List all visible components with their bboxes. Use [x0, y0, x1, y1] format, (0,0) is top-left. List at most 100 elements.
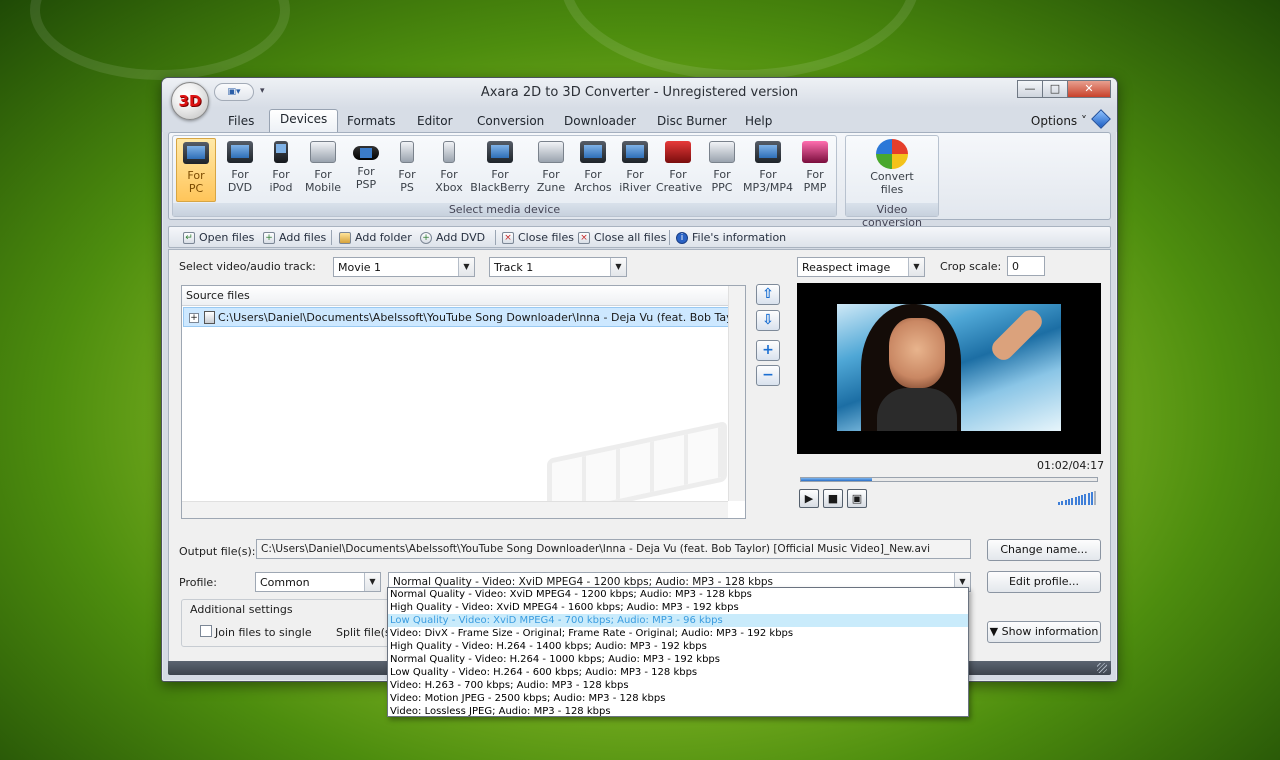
zune-icon	[538, 141, 564, 163]
button-label: For	[357, 165, 375, 178]
change-name-button[interactable]: Change name...	[987, 539, 1101, 561]
dvd-disc-icon: +	[420, 231, 432, 244]
for-iriver-button[interactable]: For iRiver	[616, 138, 654, 202]
profile-option[interactable]: Low Quality - Video: H.264 - 600 kbps; A…	[388, 666, 968, 679]
for-zune-button[interactable]: For Zune	[532, 138, 570, 202]
aspect-select[interactable]: Reaspect image ▼	[797, 257, 925, 277]
move-down-button[interactable]: ⇩	[756, 310, 780, 331]
playback-progress[interactable]	[800, 477, 1098, 482]
close-file-icon: ×	[502, 231, 514, 244]
fullscreen-button[interactable]: ▣	[847, 489, 867, 508]
volume-bar	[1071, 498, 1074, 505]
expand-icon[interactable]: +	[189, 313, 199, 323]
minimize-button[interactable]: —	[1017, 80, 1043, 98]
profile-option[interactable]: Normal Quality - Video: XviD MPEG4 - 120…	[388, 588, 968, 601]
movie-select[interactable]: Movie 1 ▼	[333, 257, 475, 277]
for-xbox-button[interactable]: For Xbox	[431, 138, 467, 202]
button-label: iRiver	[619, 181, 651, 194]
tab-downloader[interactable]: Downloader	[564, 112, 636, 132]
for-pc-button[interactable]: For PC	[176, 138, 216, 202]
source-files-list[interactable]: Source files + C:\Users\Daniel\Documents…	[181, 285, 746, 520]
profile-option[interactable]: Low Quality - Video: XviD MPEG4 - 700 kb…	[388, 614, 968, 627]
tab-disc-burner[interactable]: Disc Burner	[657, 112, 727, 132]
edit-profile-button[interactable]: Edit profile...	[987, 571, 1101, 593]
app-menu-button[interactable]: 3D	[171, 82, 209, 120]
crop-scale-input[interactable]: 0	[1007, 256, 1045, 276]
mobile-icon	[310, 141, 336, 163]
button-label: Close files	[518, 231, 574, 244]
profile-option[interactable]: High Quality - Video: H.264 - 1400 kbps;…	[388, 640, 968, 653]
for-pmp-button[interactable]: For PMP	[796, 138, 834, 202]
profile-option[interactable]: Video: Motion JPEG - 2500 kbps; Audio: M…	[388, 692, 968, 705]
add-files-button[interactable]: + Add files	[263, 230, 326, 245]
profile-option[interactable]: Video: Lossless JPEG; Audio: MP3 - 128 k…	[388, 705, 968, 718]
move-up-button[interactable]: ⇧	[756, 284, 780, 305]
button-label: For	[806, 168, 824, 181]
preview-arm	[988, 306, 1046, 364]
remove-item-button[interactable]: −	[756, 365, 780, 386]
for-ps-button[interactable]: For PS	[390, 138, 424, 202]
close-button[interactable]: ✕	[1067, 80, 1111, 98]
volume-bar	[1074, 497, 1077, 505]
maximize-button[interactable]: □	[1042, 80, 1068, 98]
for-archos-button[interactable]: For Archos	[573, 138, 613, 202]
convert-files-button[interactable]: Convert files	[850, 138, 934, 202]
tab-help[interactable]: Help	[745, 112, 772, 132]
tab-conversion[interactable]: Conversion	[477, 112, 544, 132]
stop-button[interactable]: ■	[823, 489, 843, 508]
open-files-button[interactable]: ↵ Open files	[183, 230, 254, 245]
vertical-scrollbar[interactable]	[728, 286, 745, 501]
for-dvd-button[interactable]: For DVD	[220, 138, 260, 202]
for-blackberry-button[interactable]: For BlackBerry	[470, 138, 530, 202]
for-psp-button[interactable]: For PSP	[348, 138, 384, 202]
blackberry-icon	[487, 141, 513, 163]
pc-icon	[183, 142, 209, 164]
iriver-icon	[622, 141, 648, 163]
title-bar[interactable]: ▣▾ ▾ Axara 2D to 3D Converter - Unregist…	[162, 78, 1117, 108]
chevron-down-icon: ▼	[908, 258, 924, 276]
button-label: For	[272, 168, 290, 181]
output-path-field[interactable]: C:\Users\Daniel\Documents\Abelssoft\YouT…	[256, 539, 971, 559]
button-label: For	[713, 168, 731, 181]
source-file-path: C:\Users\Daniel\Documents\Abelssoft\YouT…	[218, 311, 729, 324]
source-file-row[interactable]: + C:\Users\Daniel\Documents\Abelssoft\Yo…	[183, 307, 729, 327]
for-mobile-button[interactable]: For Mobile	[302, 138, 344, 202]
join-files-checkbox[interactable]	[200, 625, 212, 637]
preview-face	[889, 318, 945, 388]
for-creative-button[interactable]: For Creative	[656, 138, 702, 202]
for-ipod-button[interactable]: For iPod	[263, 138, 299, 202]
tab-files[interactable]: Files	[228, 112, 254, 132]
dvd-icon	[227, 141, 253, 163]
close-files-button[interactable]: × Close files	[502, 230, 574, 245]
profile-option[interactable]: Normal Quality - Video: H.264 - 1000 kbp…	[388, 653, 968, 666]
profile-option[interactable]: Video: DivX - Frame Size - Original; Fra…	[388, 627, 968, 640]
add-folder-button[interactable]: Add folder	[339, 230, 412, 245]
horizontal-scrollbar[interactable]	[182, 501, 728, 518]
tab-editor[interactable]: Editor	[417, 112, 453, 132]
volume-control[interactable]	[1058, 491, 1098, 505]
file-information-button[interactable]: i File's information	[676, 230, 786, 245]
show-information-button[interactable]: ▼ Show information	[987, 621, 1101, 643]
options-menu[interactable]: Options ˅	[1031, 114, 1087, 128]
button-label: DVD	[227, 181, 253, 194]
track-select[interactable]: Track 1 ▼	[489, 257, 627, 277]
button-label: PC	[188, 182, 204, 195]
tab-formats[interactable]: Formats	[347, 112, 396, 132]
button-label: BlackBerry	[470, 181, 530, 194]
profile-option[interactable]: Video: H.263 - 700 kbps; Audio: MP3 - 12…	[388, 679, 968, 692]
for-mp3-mp4-button[interactable]: For MP3/MP4	[743, 138, 793, 202]
help-icon[interactable]	[1091, 109, 1111, 129]
volume-bar	[1091, 492, 1093, 505]
resize-grip-icon[interactable]	[1097, 663, 1107, 673]
profile-option[interactable]: High Quality - Video: XviD MPEG4 - 1600 …	[388, 601, 968, 614]
profile-dropdown-list[interactable]: Normal Quality - Video: XviD MPEG4 - 120…	[387, 587, 969, 717]
select-value: Common	[260, 576, 310, 589]
add-item-button[interactable]: +	[756, 340, 780, 361]
volume-bar	[1094, 491, 1097, 505]
profile-category-select[interactable]: Common ▼	[255, 572, 381, 592]
close-all-files-button[interactable]: × Close all files	[578, 230, 666, 245]
add-dvd-button[interactable]: + Add DVD	[420, 230, 485, 245]
play-button[interactable]: ▶	[799, 489, 819, 508]
for-ppc-button[interactable]: For PPC	[704, 138, 740, 202]
tab-devices[interactable]: Devices	[269, 109, 339, 132]
